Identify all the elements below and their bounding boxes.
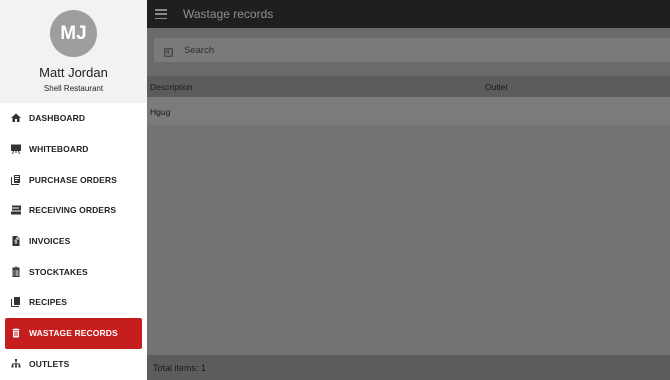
sidebar-item-outlets[interactable]: OUTLETS (0, 349, 147, 380)
sidebar-item-label: RECIPES (29, 297, 68, 308)
sidebar-item-label: INVOICES (29, 236, 71, 247)
invoice-icon (9, 235, 22, 248)
column-header-outlet[interactable]: Outlet (485, 82, 508, 92)
table-row[interactable]: Hgug (147, 97, 670, 125)
sidebar-item-recipes[interactable]: RECIPES (0, 287, 147, 318)
total-items-label: Total items: 1 (153, 363, 207, 373)
profile-subtitle: Shell Restaurant (43, 84, 104, 93)
search-area (147, 28, 670, 76)
outlets-icon (9, 357, 22, 370)
sidebar-item-label: WASTAGE RECORDS (29, 328, 118, 339)
footer: Total items: 1 (147, 355, 670, 380)
sidebar-item-invoices[interactable]: INVOICES (0, 226, 147, 257)
whiteboard-icon (9, 143, 22, 156)
menu-icon[interactable] (155, 9, 167, 19)
main-content: Wastage records Description Outlet Hgug … (147, 0, 670, 380)
stocktake-icon (9, 265, 22, 278)
sidebar-item-dashboard[interactable]: DASHBOARD (0, 103, 147, 134)
profile-name: Matt Jordan (39, 65, 108, 80)
app-bar: Wastage records (147, 0, 670, 28)
sidebar: MJ Matt Jordan Shell Restaurant DASHBOAR… (0, 0, 147, 380)
sidebar-item-receiving-orders[interactable]: RECEIVING ORDERS (0, 195, 147, 226)
sidebar-item-label: RECEIVING ORDERS (29, 205, 117, 216)
trash-icon (9, 327, 22, 340)
search-icon (163, 45, 174, 57)
home-icon (9, 112, 22, 125)
search-input[interactable] (184, 44, 584, 56)
column-header-description[interactable]: Description (150, 82, 193, 92)
profile-header: MJ Matt Jordan Shell Restaurant (0, 0, 147, 103)
search-box[interactable] (154, 38, 670, 62)
sidebar-item-whiteboard[interactable]: WHITEBOARD (0, 134, 147, 165)
sidebar-item-label: PURCHASE ORDERS (29, 174, 117, 185)
sidebar-item-stocktakes[interactable]: STOCKTAKES (0, 256, 147, 287)
sidebar-item-label: WHITEBOARD (29, 144, 89, 155)
sidebar-item-wastage-records[interactable]: WASTAGE RECORDS (5, 317, 142, 349)
sidebar-item-label: DASHBOARD (29, 113, 86, 124)
page-title: Wastage records (183, 7, 274, 21)
purchase-orders-icon (9, 173, 22, 186)
table-header: Description Outlet (147, 76, 670, 97)
sidebar-item-label: OUTLETS (29, 358, 70, 369)
cell-description: Hgug (150, 107, 171, 117)
sidebar-nav: DASHBOARD WHITEBOARD PURCHASE ORDERS REC… (0, 103, 147, 379)
avatar[interactable]: MJ (50, 10, 97, 57)
recipes-icon (9, 296, 22, 309)
receiving-orders-icon (9, 204, 22, 217)
sidebar-item-label: STOCKTAKES (29, 266, 88, 277)
sidebar-item-purchase-orders[interactable]: PURCHASE ORDERS (0, 164, 147, 195)
